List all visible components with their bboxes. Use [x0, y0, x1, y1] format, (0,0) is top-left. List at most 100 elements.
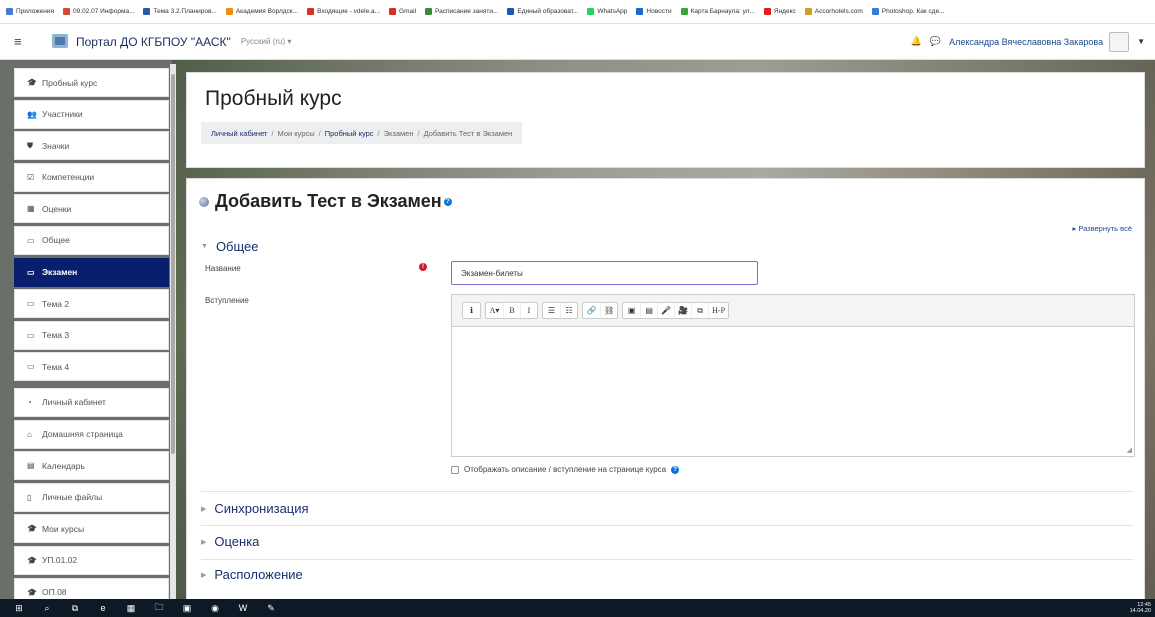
taskbar-app-icon[interactable]: ▣: [178, 602, 196, 614]
hamburger-icon[interactable]: ≡: [14, 34, 36, 49]
chevron-right-icon: ▶: [201, 571, 207, 579]
toolbar-button[interactable]: I: [520, 303, 537, 318]
bookmark-item[interactable]: Яндекс: [763, 8, 796, 15]
sidebar-scrollbar[interactable]: [170, 64, 176, 600]
taskbar-app-icon[interactable]: W: [234, 602, 252, 614]
toolbar-button[interactable]: B: [503, 303, 520, 318]
taskbar-app-icon[interactable]: ⧉: [66, 602, 84, 614]
sidebar-item[interactable]: ◔ Личный кабинет: [14, 387, 169, 417]
name-input[interactable]: [451, 261, 758, 285]
sidebar-item-label: Оценки: [42, 203, 72, 214]
sidebar-item[interactable]: ▭ Тема 2: [14, 289, 169, 319]
sidebar-item[interactable]: ⛊ Значки: [14, 131, 169, 161]
show-description-checkbox[interactable]: [451, 465, 459, 474]
toolbar-button[interactable]: ☰: [543, 303, 560, 318]
sidebar-item[interactable]: ▭ Тема 4: [14, 352, 169, 382]
section-grade-header[interactable]: ▶ Оценка: [201, 534, 259, 549]
sidebar-item[interactable]: ☑ Компетенции: [14, 162, 169, 192]
sidebar-item[interactable]: ▭ Тема 3: [14, 320, 169, 350]
bookmark-favicon-icon: [425, 8, 433, 15]
help-icon[interactable]: ?: [443, 197, 452, 206]
breadcrumb-item[interactable]: Пробный курс: [325, 129, 374, 138]
bookmark-item[interactable]: Карта Барнаула: ул...: [680, 8, 755, 15]
calendar-icon: ▤: [27, 461, 35, 471]
sidebar-item[interactable]: 🎓 Пробный курс: [14, 68, 169, 97]
sidebar-item-label: ОП.08: [42, 587, 67, 597]
taskbar-app-icon[interactable]: ◉: [206, 602, 224, 614]
toolbar-button[interactable]: ▤: [640, 303, 657, 318]
required-icon: !: [419, 263, 427, 271]
sidebar-item[interactable]: ▦ Оценки: [14, 194, 169, 224]
bookmark-item[interactable]: Photoshop. Как сде...: [871, 8, 945, 15]
taskbar-app-icon[interactable]: ⊞: [10, 602, 28, 614]
bookmark-favicon-icon: [389, 8, 397, 15]
sidebar-item[interactable]: 🎓 ОП.08: [14, 577, 169, 600]
toolbar-button[interactable]: A▾: [486, 303, 503, 318]
taskbar-app-icon[interactable]: ▦: [122, 602, 140, 614]
sidebar-item-label: Общее: [42, 235, 70, 246]
bookmark-favicon-icon: [507, 8, 515, 15]
toolbar-button[interactable]: 🎥: [674, 303, 691, 318]
toolbar-group: ☰ ☷: [542, 302, 578, 319]
toolbar-button[interactable]: 🔗: [583, 303, 600, 318]
user-name[interactable]: Александра Вячеславовна Закарова: [949, 37, 1103, 47]
scrollbar-thumb[interactable]: [171, 74, 175, 454]
taskbar-app-icon[interactable]: ⌕: [38, 602, 56, 614]
toolbar-button[interactable]: ℹ: [463, 303, 480, 318]
bookmark-item[interactable]: Новости: [636, 8, 672, 15]
chat-icon[interactable]: 💬: [930, 36, 941, 47]
bookmark-label: Единый образоват...: [517, 8, 579, 15]
toolbar-button[interactable]: ⛓: [600, 303, 617, 318]
bookmark-item[interactable]: WhatsApp: [587, 8, 627, 15]
folder-icon: ▭: [27, 299, 35, 309]
toolbar-group: 🔗 ⛓: [582, 302, 619, 319]
section-general-header[interactable]: ▼ Общее: [201, 239, 259, 254]
section-sync-header[interactable]: ▶ Синхронизация: [201, 501, 309, 516]
expand-all-link[interactable]: ▸ Развернуть всё: [1072, 224, 1132, 233]
intro-textarea[interactable]: [452, 328, 1134, 456]
chevron-right-icon: ▶: [201, 505, 207, 513]
system-clock[interactable]: 12:45 14.04.20: [1130, 602, 1151, 614]
sidebar-item[interactable]: 🎓 Мои курсы: [14, 514, 169, 544]
folder-icon: ▭: [27, 330, 35, 340]
sidebar-item[interactable]: ▤ Календарь: [14, 451, 169, 481]
section-layout-header[interactable]: ▶ Расположение: [201, 567, 303, 582]
breadcrumb-item[interactable]: Личный кабинет: [211, 129, 267, 138]
site-logo[interactable]: [50, 32, 70, 52]
toolbar-button[interactable]: ⧉: [691, 303, 708, 318]
sidebar-item[interactable]: ⌂ Домашняя страница: [14, 419, 169, 449]
sidebar-item[interactable]: ▯ Личные файлы: [14, 482, 169, 512]
sidebar-item-label: Экзамен: [42, 267, 78, 278]
sidebar-item[interactable]: 👥 Участники: [14, 99, 169, 129]
bookmark-label: Яндекс: [773, 8, 796, 15]
taskbar-app-icon[interactable]: ✎: [262, 602, 280, 614]
bookmark-item[interactable]: Accorhotels.com: [804, 8, 863, 15]
sidebar-item[interactable]: ▭ Экзамен: [14, 257, 169, 287]
toolbar-button[interactable]: ☷: [560, 303, 577, 318]
help-icon[interactable]: ?: [671, 465, 680, 474]
bookmark-item[interactable]: Расписание заняти...: [425, 8, 498, 15]
resize-handle-icon[interactable]: ◢: [1127, 446, 1132, 454]
toolbar-group: ℹ: [462, 302, 481, 319]
bookmark-item[interactable]: Gmail: [389, 8, 416, 15]
language-selector[interactable]: Русский (ru) ▾: [241, 37, 292, 46]
toolbar-button[interactable]: H-P: [708, 303, 728, 318]
sidebar-item[interactable]: ▭ Общее: [14, 225, 169, 255]
bookmark-item[interactable]: Единый образоват...: [507, 8, 578, 15]
sidebar-item-label: Компетенции: [42, 172, 95, 183]
chevron-down-icon[interactable]: ▼: [1137, 37, 1145, 46]
bookmark-item[interactable]: Академия Ворлдск...: [225, 8, 298, 15]
bookmark-item[interactable]: Приложения: [6, 8, 54, 15]
sidebar-item[interactable]: 🎓 УП.01.02: [14, 545, 169, 575]
taskbar-app-icon[interactable]: 🗀: [150, 602, 168, 614]
bookmark-item[interactable]: Тема 3.2.Планиров...: [143, 8, 217, 15]
bookmark-item[interactable]: 09.02.07 Информа...: [63, 8, 134, 15]
avatar[interactable]: [1109, 31, 1130, 52]
bookmark-favicon-icon: [225, 8, 233, 15]
bell-icon[interactable]: 🔔: [911, 36, 922, 47]
site-name[interactable]: Портал ДО КГБПОУ "ААСК": [76, 35, 231, 49]
toolbar-button[interactable]: ▣: [623, 303, 640, 318]
toolbar-button[interactable]: 🎤: [657, 303, 674, 318]
taskbar-app-icon[interactable]: e: [94, 602, 112, 614]
bookmark-item[interactable]: Входящие - vdele.a...: [307, 8, 380, 15]
